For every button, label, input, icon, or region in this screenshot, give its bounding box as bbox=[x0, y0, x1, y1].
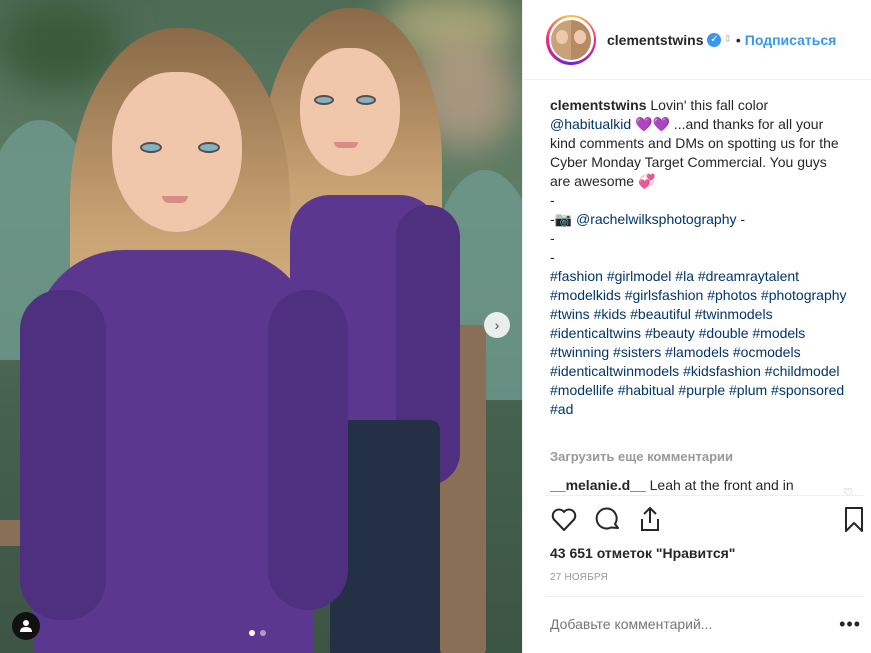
comment-button[interactable] bbox=[594, 505, 624, 535]
comment-like-icon[interactable]: ♡ bbox=[843, 486, 853, 499]
more-options-icon[interactable]: ••• bbox=[839, 614, 861, 635]
caption-line1: Lovin' this fall color bbox=[650, 97, 769, 113]
post-date[interactable]: 27 НОЯБРЯ bbox=[550, 572, 608, 583]
divider bbox=[546, 495, 864, 496]
like-button[interactable] bbox=[550, 505, 580, 535]
action-bar bbox=[550, 505, 868, 535]
carousel-indicator bbox=[249, 630, 266, 636]
post-header: clementstwins ✓ ⇕ • Подписаться bbox=[523, 0, 871, 80]
comment-text: Leah at the front and in bbox=[649, 477, 794, 493]
avatar bbox=[551, 19, 591, 60]
chevron-updown-icon: ⇕ bbox=[723, 34, 732, 45]
user-tag-icon bbox=[20, 620, 32, 632]
tagged-users-button[interactable] bbox=[12, 612, 40, 640]
save-button[interactable] bbox=[840, 505, 870, 535]
caption-credit-suffix: - bbox=[736, 211, 746, 227]
post-photo[interactable]: › bbox=[0, 0, 522, 653]
caption-dash: - bbox=[550, 192, 555, 208]
like-count[interactable]: 43 651 отметок "Нравится" bbox=[550, 545, 735, 561]
comment-username[interactable]: __melanie.d__ bbox=[550, 477, 646, 493]
comment-input[interactable] bbox=[550, 616, 820, 632]
caption-hearts-purple: 💜💜 bbox=[635, 116, 670, 132]
heart-icon bbox=[551, 508, 577, 531]
divider bbox=[546, 596, 864, 597]
caption-credit-link[interactable]: @rachelwilksphotography bbox=[576, 211, 737, 227]
instagram-post: › clementstwins ✓ ⇕ • Подписаться clemen… bbox=[0, 0, 871, 653]
caption-hashtags[interactable]: #fashion #girlmodel #la #dreamraytalent … bbox=[550, 267, 850, 419]
follow-button[interactable]: Подписаться bbox=[745, 32, 837, 48]
load-more-comments[interactable]: Загрузить еще комментарии bbox=[550, 449, 733, 464]
bookmark-icon bbox=[845, 507, 863, 532]
caption-credit-prefix: -📷 bbox=[550, 211, 573, 227]
verified-icon: ✓ bbox=[707, 32, 722, 47]
share-icon bbox=[641, 506, 659, 531]
caption-dash: - bbox=[550, 230, 555, 246]
carousel-dot-active bbox=[249, 630, 255, 636]
comment-icon bbox=[595, 507, 619, 530]
carousel-dot bbox=[260, 630, 266, 636]
caption-dash: - bbox=[550, 249, 555, 265]
caption-hearts-red: 💞 bbox=[637, 173, 656, 189]
next-slide-button[interactable]: › bbox=[484, 312, 510, 338]
post-caption: clementstwins Lovin' this fall color @ha… bbox=[550, 96, 850, 419]
header-separator: • bbox=[735, 31, 741, 48]
share-button[interactable] bbox=[636, 505, 666, 535]
caption-username[interactable]: clementstwins bbox=[550, 97, 646, 113]
chevron-right-icon: › bbox=[494, 317, 500, 333]
avatar-story-ring[interactable] bbox=[546, 14, 596, 65]
header-username[interactable]: clementstwins bbox=[607, 32, 703, 48]
comment-item: __melanie.d__ Leah at the front and in bbox=[550, 477, 860, 493]
post-side-panel: clementstwins ✓ ⇕ • Подписаться clements… bbox=[522, 0, 871, 653]
caption-mention[interactable]: @habitualkid bbox=[550, 116, 631, 132]
